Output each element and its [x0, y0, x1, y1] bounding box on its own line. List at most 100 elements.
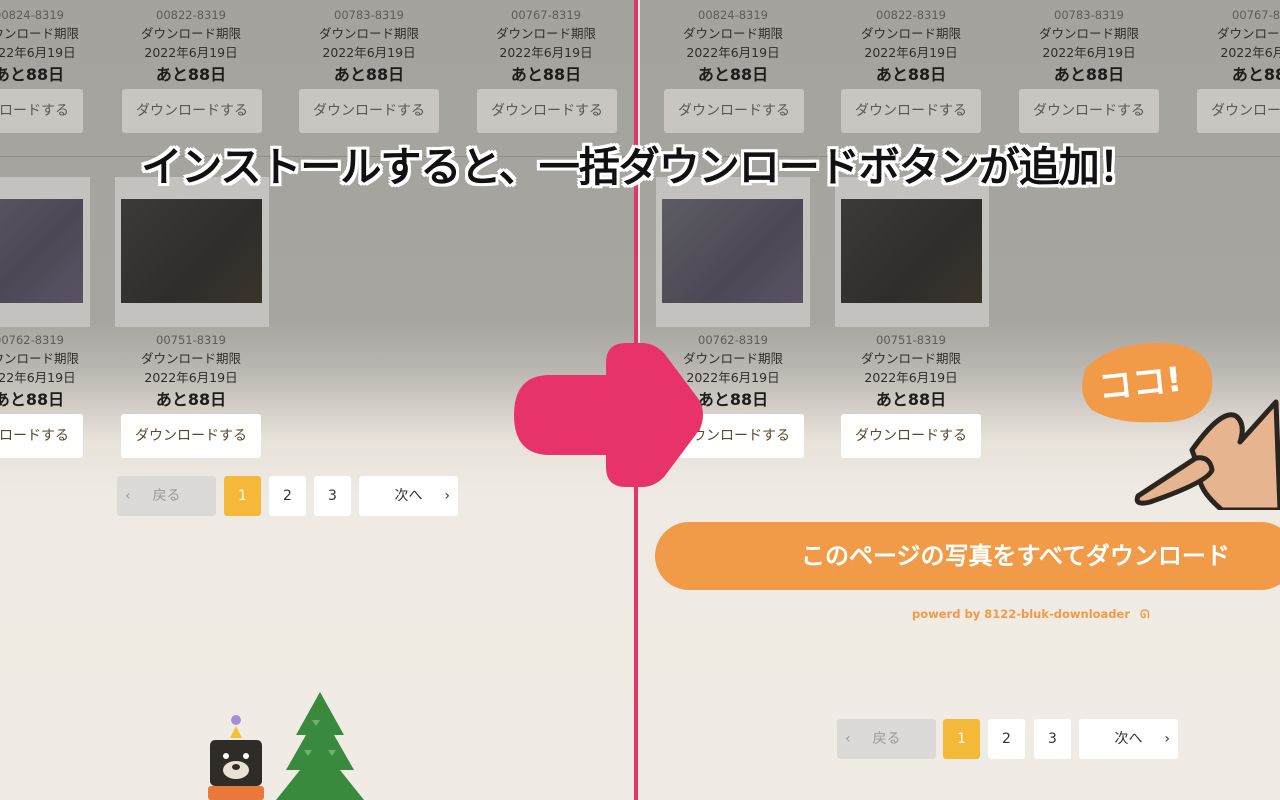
page-3-button[interactable]: 3 — [314, 476, 351, 516]
remaining-days: あと88日 — [0, 390, 65, 409]
remaining-days: あと88日 — [1231, 65, 1280, 84]
download-button[interactable]: ダウンロードする — [121, 414, 261, 458]
expiry-label: ダウンロード期限 — [1216, 26, 1280, 41]
download-button[interactable]: ダウンロードする — [841, 414, 981, 458]
bulk-download-button[interactable]: このページの写真をすべてダウンロード — [655, 522, 1280, 590]
photo-id: 00783-8319 — [334, 8, 404, 22]
photo-id: 00824-8319 — [698, 8, 768, 22]
download-button[interactable]: ダウンロードする — [299, 89, 439, 133]
expiry-date: 2022年6月19日 — [0, 370, 76, 385]
powered-by-label: powerd by 8122-bluk-downloader — [912, 607, 1131, 621]
expiry-date: 2022年6月19日 — [144, 370, 238, 385]
expiry-label: ダウンロード期限 — [140, 351, 241, 366]
next-page-button[interactable]: 次へ › — [359, 476, 458, 516]
download-button[interactable]: ダウンロードする — [1197, 89, 1280, 133]
photo-id: 00822-8319 — [876, 8, 946, 22]
bunny-icon: ᘏ — [1140, 607, 1150, 621]
expiry-label: ダウンロード期限 — [495, 26, 596, 41]
photo-info: 00751-8319 ダウンロード期限 2022年6月19日 あと88日 — [116, 332, 266, 413]
chevron-left-icon: ‹ — [845, 731, 851, 747]
remaining-days: あと88日 — [0, 65, 65, 84]
photo-info: 00783-8319 ダウンロード期限 2022年6月19日 あと88日 — [1014, 7, 1164, 88]
photo-id: 00751-8319 — [876, 333, 946, 347]
expiry-date: 2022年6月19日 — [1220, 45, 1280, 60]
page-1-button[interactable]: 1 — [224, 476, 261, 516]
expiry-date: 2022年6月19日 — [686, 45, 780, 60]
download-button[interactable]: ダウンロードする — [477, 89, 617, 133]
page-3-button[interactable]: 3 — [1034, 719, 1071, 759]
next-label: 次へ — [1114, 731, 1143, 747]
photo-id: 00783-8319 — [1054, 8, 1124, 22]
page-1-button[interactable]: 1 — [943, 719, 980, 759]
expiry-date: 2022年6月19日 — [0, 45, 76, 60]
photo-info: 00822-8319 ダウンロード期限 2022年6月19日 あと88日 — [116, 7, 266, 88]
headline-caption: インストールすると、一括ダウンロードボタンが追加！ — [141, 143, 1140, 191]
photo-info: 00783-8319 ダウンロード期限 2022年6月19日 あと88日 — [294, 7, 444, 88]
photo-id: 00767-8319 — [1232, 8, 1280, 22]
chevron-right-icon: › — [444, 488, 450, 504]
remaining-days: あと88日 — [510, 65, 582, 84]
photo-id: 00767-8319 — [511, 8, 581, 22]
bear-and-tree-illustration — [208, 692, 364, 800]
expiry-date: 2022年6月19日 — [864, 370, 958, 385]
remaining-days: あと88日 — [1053, 65, 1125, 84]
download-button[interactable]: ダウンロードする — [122, 89, 262, 133]
photo-info: 00767-8319 ダウンロード期限 2022年6月19日 あと88日 — [1192, 7, 1280, 88]
prev-label: 戻る — [872, 731, 901, 747]
photo-thumbnail — [0, 199, 83, 303]
photo-id: 00822-8319 — [156, 8, 226, 22]
prev-page-button[interactable]: ‹ 戻る — [117, 476, 216, 516]
photo-info: 00751-8319 ダウンロード期限 2022年6月19日 あと88日 — [836, 332, 986, 413]
photo-thumbnail — [121, 199, 262, 303]
photo-card[interactable] — [115, 177, 269, 327]
expiry-label: ダウンロード期限 — [140, 26, 241, 41]
download-button[interactable]: ダウンロードする — [1019, 89, 1159, 133]
photo-info: 00824-8319 ダウンロード期限 2022年6月19日 あと88日 — [658, 7, 808, 88]
expiry-date: 2022年6月19日 — [499, 45, 593, 60]
photo-info: 00824-8319 ダウンロード期限 2022年6月19日 あと88日 — [0, 7, 104, 88]
remaining-days: あと88日 — [333, 65, 405, 84]
expiry-label: ダウンロード期限 — [682, 26, 783, 41]
expiry-label: ダウンロード期限 — [860, 351, 961, 366]
download-button[interactable]: ダウンロードする — [664, 89, 804, 133]
download-button[interactable]: ダウンロードする — [0, 414, 83, 458]
prev-label: 戻る — [152, 488, 181, 504]
photo-card[interactable] — [835, 177, 989, 327]
expiry-label: ダウンロード期限 — [860, 26, 961, 41]
download-button[interactable]: ダウンロードする — [841, 89, 981, 133]
expiry-label: ダウンロード期限 — [0, 351, 79, 366]
expiry-label: ダウンロード期限 — [0, 26, 79, 41]
callout-label: ココ! — [1096, 359, 1184, 409]
chevron-left-icon: ‹ — [125, 488, 131, 504]
next-label: 次へ — [394, 488, 423, 504]
remaining-days: あと88日 — [875, 390, 947, 409]
photo-card[interactable] — [656, 177, 810, 327]
expiry-label: ダウンロード期限 — [1038, 26, 1139, 41]
expiry-date: 2022年6月19日 — [864, 45, 958, 60]
photo-info: 00762-8319 ダウンロード期限 2022年6月19日 あと88日 — [0, 332, 104, 413]
next-page-button[interactable]: 次へ › — [1079, 719, 1178, 759]
arrow-right-icon — [514, 343, 703, 487]
photo-id: 00824-8319 — [0, 8, 64, 22]
photo-thumbnail — [841, 199, 982, 303]
expiry-date: 2022年6月19日 — [322, 45, 416, 60]
powered-by-text: powerd by 8122-bluk-downloader ᘏ — [912, 607, 1150, 622]
remaining-days: あと88日 — [155, 65, 227, 84]
page-2-button[interactable]: 2 — [988, 719, 1025, 759]
photo-thumbnail — [662, 199, 803, 303]
prev-page-button[interactable]: ‹ 戻る — [837, 719, 936, 759]
photo-id: 00762-8319 — [0, 333, 64, 347]
remaining-days: あと88日 — [697, 65, 769, 84]
photo-info: 00767-8319 ダウンロード期限 2022年6月19日 あと88日 — [471, 7, 621, 88]
photo-id: 00751-8319 — [156, 333, 226, 347]
page-2-button[interactable]: 2 — [269, 476, 306, 516]
remaining-days: あと88日 — [875, 65, 947, 84]
expiry-date: 2022年6月19日 — [1042, 45, 1136, 60]
photo-info: 00822-8319 ダウンロード期限 2022年6月19日 あと88日 — [836, 7, 986, 88]
remaining-days: あと88日 — [155, 390, 227, 409]
expiry-date: 2022年6月19日 — [144, 45, 238, 60]
photo-card[interactable] — [0, 177, 90, 327]
chevron-right-icon: › — [1164, 731, 1170, 747]
download-button[interactable]: ダウンロードする — [0, 89, 83, 133]
expiry-label: ダウンロード期限 — [318, 26, 419, 41]
